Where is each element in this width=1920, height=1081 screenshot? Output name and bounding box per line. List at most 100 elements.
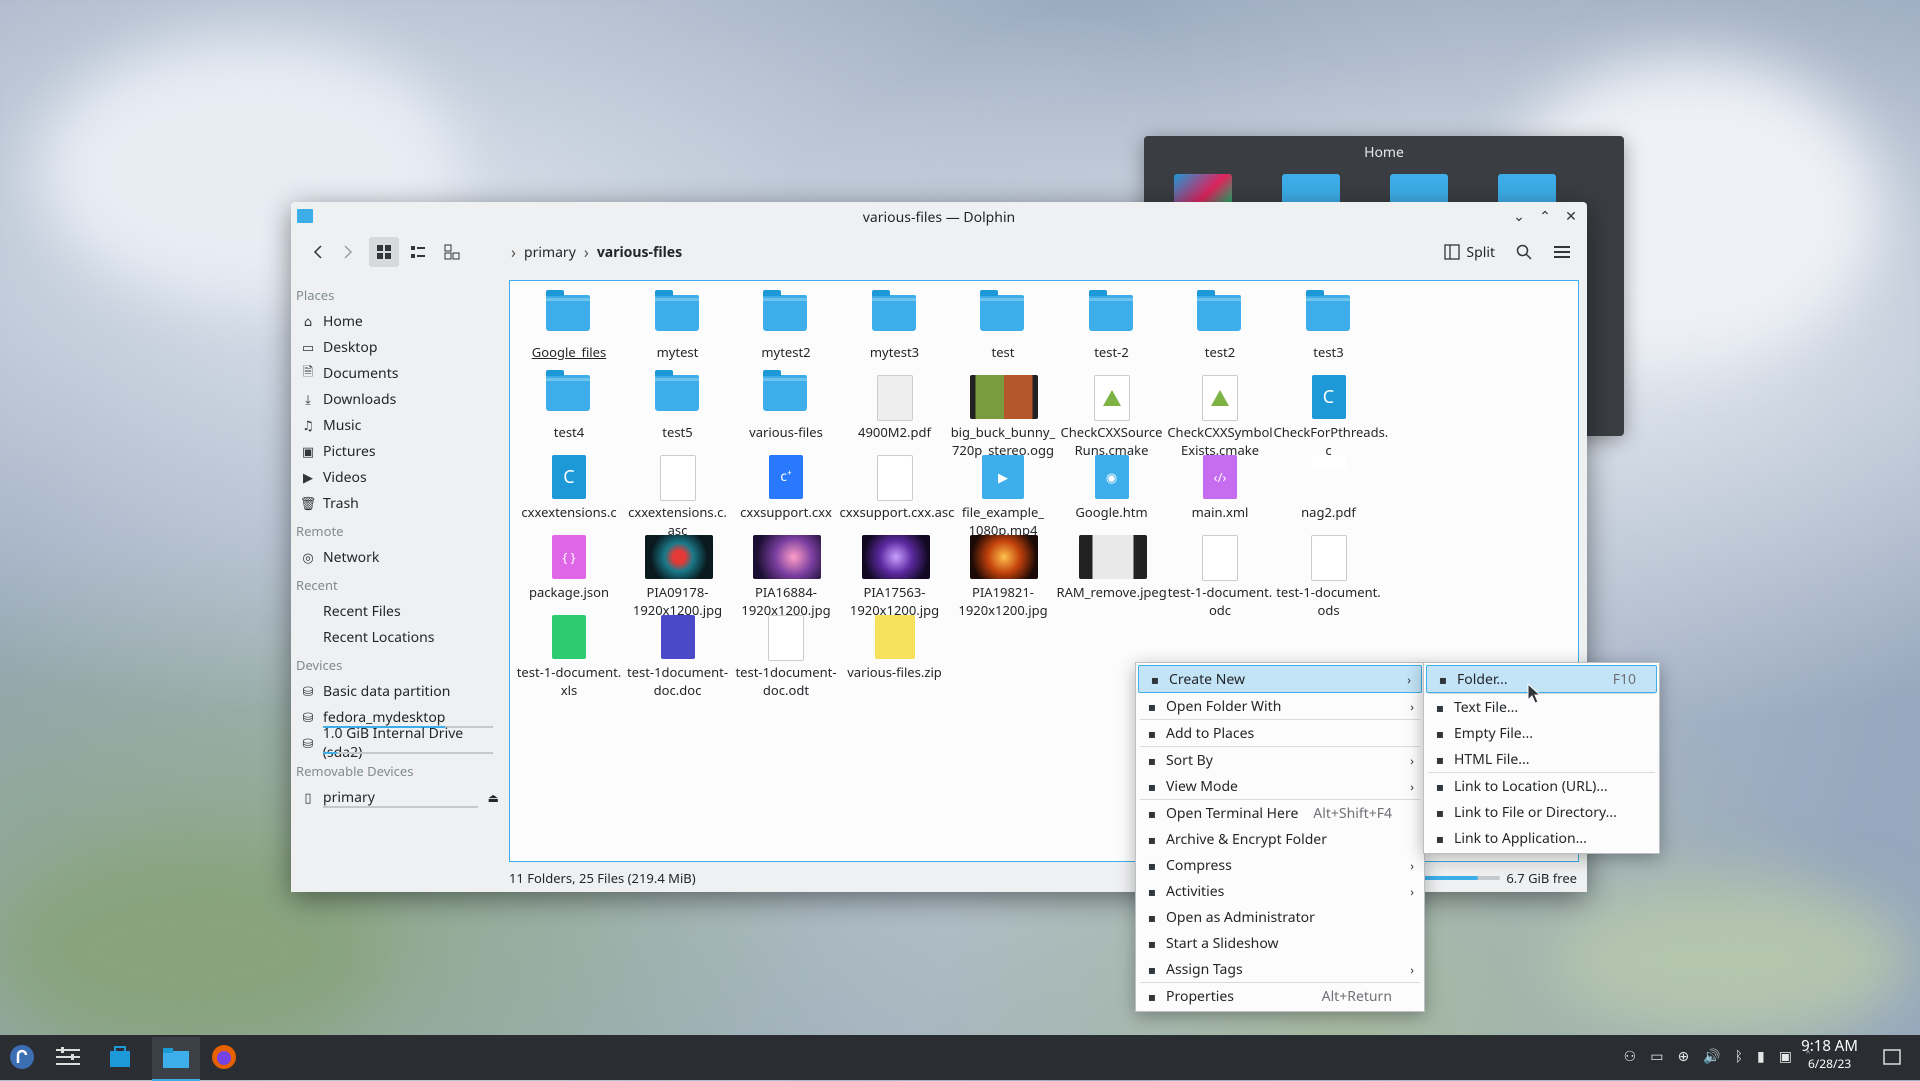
sidebar-item-network[interactable]: ◎ Network bbox=[291, 544, 503, 570]
sidebar-item-desktop[interactable]: ▭ Desktop bbox=[291, 334, 503, 360]
file-item[interactable]: PIA19821- 1920x1200.jpg bbox=[948, 525, 1058, 619]
text-file-icon bbox=[655, 455, 701, 501]
file-item[interactable]: test-1-document. odc bbox=[1165, 525, 1275, 619]
menu-item-link-to-application[interactable]: ▪ Link to Application... bbox=[1424, 825, 1659, 851]
menu-item-assign-tags[interactable]: ▪ Assign Tags › bbox=[1136, 956, 1424, 982]
sidebar-item-basic-data-partition[interactable]: ⛁ Basic data partition bbox=[291, 678, 503, 704]
sidebar-item-recent-locations[interactable]: Recent Locations bbox=[291, 624, 503, 650]
sidebar-item-home[interactable]: ⌂ Home bbox=[291, 308, 503, 334]
maximize-button[interactable]: ⌃ bbox=[1535, 206, 1555, 226]
html-file-icon: ▪ bbox=[1435, 750, 1445, 768]
file-item[interactable]: c⁺ cxxsupport.cxx bbox=[731, 445, 841, 521]
menu-item-text-file[interactable]: ▪ Text File... bbox=[1424, 694, 1659, 720]
sidebar-item-trash[interactable]: 🗑 Trash bbox=[291, 490, 503, 516]
menu-item-create-new[interactable]: ▪ Create New › bbox=[1138, 665, 1422, 693]
file-item[interactable]: 4900M2.pdf bbox=[840, 365, 950, 441]
file-item[interactable]: various-files bbox=[731, 365, 841, 441]
text-file-icon bbox=[872, 455, 918, 501]
archive-icon: ▪ bbox=[1147, 856, 1157, 874]
file-item[interactable]: cxxsupport.cxx.asc bbox=[840, 445, 954, 521]
file-item[interactable]: test-2 bbox=[1057, 285, 1167, 361]
file-item[interactable]: test3 bbox=[1274, 285, 1384, 361]
forward-button[interactable] bbox=[333, 237, 363, 267]
close-button[interactable]: ✕ bbox=[1561, 206, 1581, 226]
digital-clock[interactable]: 9:18 AM 6/28/23 bbox=[1801, 1038, 1858, 1073]
sidebar-item-recent-files[interactable]: Recent Files bbox=[291, 598, 503, 624]
file-item[interactable]: Google_files bbox=[514, 285, 624, 361]
file-item[interactable]: test-1document- doc.odt bbox=[731, 605, 841, 699]
firefox-icon[interactable] bbox=[208, 1041, 240, 1073]
removable-devices-icon[interactable]: ▭ bbox=[1650, 1047, 1663, 1066]
menu-item-html-file[interactable]: ▪ HTML File... bbox=[1424, 746, 1659, 772]
sidebar-item-primary[interactable]: ▯ primary ⏏ bbox=[291, 784, 503, 810]
sidebar-item-music[interactable]: ♫ Music bbox=[291, 412, 503, 438]
file-item[interactable]: test-1document- doc.doc bbox=[623, 605, 733, 699]
menu-item-start-a-slideshow[interactable]: ▪ Start a Slideshow bbox=[1136, 930, 1424, 956]
file-item[interactable]: { } package.json bbox=[514, 525, 624, 601]
icons-view-button[interactable] bbox=[369, 237, 399, 267]
menu-item-add-to-places[interactable]: ▪ Add to Places bbox=[1136, 720, 1424, 746]
network-icon[interactable]: ▣ bbox=[1779, 1047, 1792, 1066]
details-view-button[interactable] bbox=[437, 237, 467, 267]
menu-item-compress[interactable]: ▪ Compress › bbox=[1136, 852, 1424, 878]
volume-icon[interactable]: 🔊 bbox=[1703, 1047, 1720, 1066]
file-item[interactable]: test2 bbox=[1165, 285, 1275, 361]
hamburger-menu-button[interactable] bbox=[1547, 237, 1577, 267]
menu-item-open-folder-with[interactable]: ▪ Open Folder With › bbox=[1136, 693, 1424, 719]
file-item[interactable]: ‹/› main.xml bbox=[1165, 445, 1275, 521]
discover-store-icon[interactable] bbox=[104, 1041, 136, 1073]
recent-header: Recent bbox=[296, 576, 338, 594]
menu-item-folder[interactable]: ▪ Folder... F10 bbox=[1426, 665, 1657, 693]
file-item[interactable]: various-files.zip bbox=[840, 605, 950, 681]
show-desktop-icon[interactable] bbox=[1876, 1041, 1908, 1073]
sidebar-item-documents[interactable]: 🗎 Documents bbox=[291, 360, 503, 386]
system-tray: ⚇ ▭ ⊕ 🔊 ᛒ ▮ ▣ ˄ bbox=[1624, 1047, 1810, 1066]
menu-item-properties[interactable]: ▪ Properties Alt+Return bbox=[1136, 983, 1424, 1009]
titlebar: various-files — Dolphin ⌄ ⌃ ✕ bbox=[291, 202, 1587, 232]
menu-item-archive-encrypt-folder[interactable]: ▪ Archive & Encrypt Folder bbox=[1136, 826, 1424, 852]
menu-item-view-mode[interactable]: ▪ View Mode › bbox=[1136, 773, 1424, 799]
file-item[interactable]: mytest2 bbox=[731, 285, 841, 361]
search-button[interactable] bbox=[1509, 237, 1539, 267]
kde-connect-icon[interactable]: ⚇ bbox=[1624, 1047, 1637, 1066]
split-button[interactable]: Split bbox=[1438, 237, 1501, 267]
breadcrumb-item[interactable]: primary bbox=[524, 243, 576, 262]
file-item[interactable]: Ccxxextensions.c bbox=[514, 445, 624, 521]
sidebar-item-pictures[interactable]: ▣ Pictures bbox=[291, 438, 503, 464]
compact-view-button[interactable] bbox=[403, 237, 433, 267]
sidebar-item-videos[interactable]: ▶ Videos bbox=[291, 464, 503, 490]
menu-item-activities[interactable]: ▪ Activities › bbox=[1136, 878, 1424, 904]
file-item[interactable]: test bbox=[948, 285, 1058, 361]
breadcrumb-current[interactable]: various-files bbox=[597, 243, 682, 262]
system-settings-icon[interactable] bbox=[52, 1041, 84, 1073]
menu-item-empty-file[interactable]: ▪ Empty File... bbox=[1424, 720, 1659, 746]
file-item[interactable]: nag2.pdf bbox=[1274, 445, 1384, 521]
file-item[interactable]: test-1-document. ods bbox=[1274, 525, 1384, 619]
back-button[interactable] bbox=[303, 237, 333, 267]
menu-item-link-to-location-url[interactable]: ▪ Link to Location (URL)... bbox=[1424, 773, 1659, 799]
file-item[interactable]: RAM_remove.jpeg bbox=[1057, 525, 1167, 601]
file-item[interactable]: mytest3 bbox=[840, 285, 950, 361]
file-item[interactable]: test5 bbox=[623, 365, 733, 441]
sidebar-item-internal-drive[interactable]: ⛁ 1.0 GiB Internal Drive (sda2) bbox=[291, 724, 503, 762]
sidebar-item-downloads[interactable]: ⤓ Downloads bbox=[291, 386, 503, 412]
menu-item-sort-by[interactable]: ▪ Sort By › bbox=[1136, 747, 1424, 773]
file-item[interactable]: ◉ Google.htm bbox=[1057, 445, 1167, 521]
battery-icon[interactable]: ▮ bbox=[1757, 1047, 1765, 1066]
image-thumbnail-icon bbox=[753, 535, 821, 579]
dolphin-task-icon[interactable] bbox=[152, 1037, 200, 1081]
dolphin-app-icon[interactable] bbox=[297, 209, 313, 223]
minimize-button[interactable]: ⌄ bbox=[1509, 206, 1529, 226]
file-item[interactable]: test-1-document. xls bbox=[514, 605, 624, 699]
menu-item-link-to-file-or-directory[interactable]: ▪ Link to File or Directory... bbox=[1424, 799, 1659, 825]
menu-item-open-terminal-here[interactable]: ▪ Open Terminal Here Alt+Shift+F4 bbox=[1136, 800, 1424, 826]
eject-icon[interactable]: ⏏ bbox=[488, 789, 499, 806]
menu-item-open-as-administrator[interactable]: ▪ Open as Administrator bbox=[1136, 904, 1424, 930]
updates-icon[interactable]: ⊕ bbox=[1677, 1047, 1689, 1066]
menu-item-label: Text File... bbox=[1454, 697, 1519, 717]
application-launcher-icon[interactable] bbox=[6, 1041, 38, 1073]
menu-item-label: Create New bbox=[1169, 669, 1245, 689]
bluetooth-icon[interactable]: ᛒ bbox=[1735, 1047, 1743, 1066]
file-item[interactable]: mytest bbox=[623, 285, 733, 361]
file-item[interactable]: test4 bbox=[514, 365, 624, 441]
